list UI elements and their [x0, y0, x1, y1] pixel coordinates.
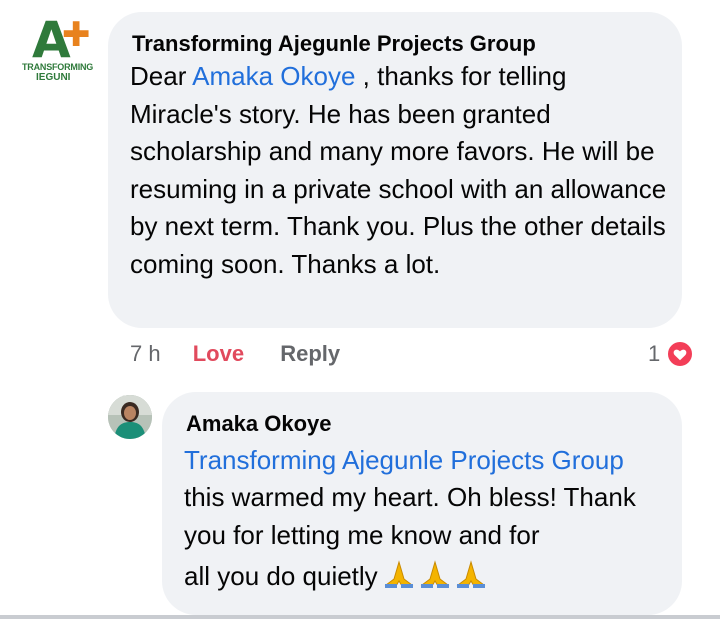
- avatar[interactable]: [108, 395, 152, 439]
- comment-text-part: , thanks for telling Miracle's story. He…: [130, 61, 667, 279]
- comment-author-link[interactable]: Transforming Ajegunle Projects Group: [132, 30, 536, 58]
- reply-text-part: all you do quietly: [184, 561, 378, 591]
- logo-text-line2: IEGUNI: [36, 72, 71, 83]
- comment-thread: A ✚ TRANSFORMING IEGUNI Transforming Aje…: [0, 0, 720, 619]
- logo-text-line1: TRANSFORMING: [22, 62, 94, 72]
- reply-text: this warmed my heart. Oh bless! Thank yo…: [184, 482, 636, 550]
- reaction-summary[interactable]: 1: [648, 338, 695, 370]
- heart-icon: [666, 340, 695, 368]
- comment-bubble: Transforming Ajegunle Projects Group Dea…: [108, 12, 682, 328]
- group-avatar-logo[interactable]: A ✚ TRANSFORMING IEGUNI: [18, 14, 100, 94]
- reply-mention-link[interactable]: Transforming Ajegunle Projects Group: [184, 442, 624, 480]
- love-button[interactable]: Love: [193, 338, 244, 370]
- folded-hands-emoji-icon: [382, 559, 490, 600]
- divider: [0, 615, 720, 619]
- reply-bubble: Amaka Okoye Transforming Ajegunle Projec…: [162, 392, 682, 615]
- comment-actions: 7 h Love Reply: [130, 338, 340, 370]
- comment-mention-link[interactable]: Amaka Okoye: [192, 61, 355, 91]
- reply-button[interactable]: Reply: [280, 338, 340, 370]
- reply-text-last-line: all you do quietly: [184, 558, 490, 600]
- logo-plus-icon: ✚: [62, 15, 91, 55]
- comment-timestamp[interactable]: 7 h: [130, 338, 161, 370]
- reaction-count: 1: [648, 341, 661, 366]
- comment-text: Dear Amaka Okoye , thanks for telling Mi…: [130, 58, 670, 283]
- reply-author-link[interactable]: Amaka Okoye: [186, 410, 332, 438]
- comment-text-part: Dear: [130, 61, 193, 91]
